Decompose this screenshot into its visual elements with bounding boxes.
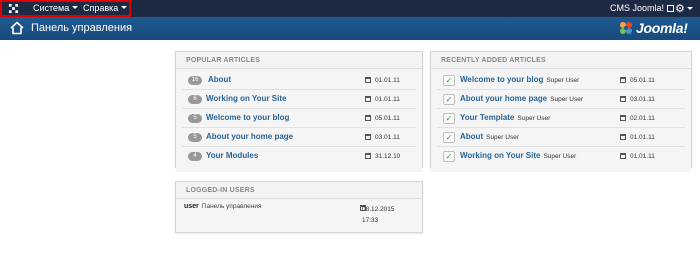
home-icon[interactable] bbox=[10, 21, 24, 35]
article-date: 05.01.11 bbox=[630, 77, 655, 84]
list-item: user Панель управления 08.12.2015 17:33 bbox=[176, 199, 422, 232]
login-time: 17:33 bbox=[362, 217, 379, 224]
calendar-icon bbox=[365, 96, 371, 102]
hits-badge: 5 bbox=[188, 133, 202, 142]
list-item: 5 Welcome to your blog 05.01.11 bbox=[182, 109, 416, 128]
list-item: 6 Working on Your Site 01.01.11 bbox=[182, 90, 416, 109]
article-link[interactable]: About your home page bbox=[206, 132, 293, 141]
popular-articles-panel: POPULAR ARTICLES 16 About 01.01.11 6 Wor… bbox=[175, 51, 423, 172]
article-link[interactable]: Welcome to your blog Super User bbox=[460, 75, 579, 84]
calendar-icon bbox=[620, 134, 626, 140]
page-header: Панель управления Joomla! bbox=[0, 17, 700, 40]
article-link[interactable]: Working on Your Site Super User bbox=[460, 151, 576, 160]
logged-in-users-title: LOGGED-IN USERS bbox=[176, 182, 422, 199]
menu-system-label: Система bbox=[33, 3, 70, 13]
article-author: Super User bbox=[550, 96, 583, 103]
article-date: 01.01.11 bbox=[375, 77, 400, 84]
calendar-icon bbox=[620, 96, 626, 102]
article-date: 03.01.11 bbox=[630, 96, 655, 103]
published-check-icon[interactable]: ✓ bbox=[443, 94, 455, 105]
brand-name: Joomla! bbox=[636, 20, 688, 36]
published-check-icon[interactable]: ✓ bbox=[443, 113, 455, 124]
recent-articles-title: RECENTLY ADDED ARTICLES bbox=[431, 52, 691, 69]
article-link[interactable]: About Super User bbox=[460, 132, 519, 141]
hits-badge: 4 bbox=[188, 152, 202, 161]
calendar-icon bbox=[620, 115, 626, 121]
logged-in-users-panel: LOGGED-IN USERS user Панель управления 08… bbox=[175, 181, 423, 233]
article-title: About your home page bbox=[460, 94, 548, 103]
list-item: ✓ About Super User 01.01.11 bbox=[437, 128, 685, 147]
list-item: ✓ Your Template Super User 02.01.11 bbox=[437, 109, 685, 128]
user-name-label: user bbox=[184, 203, 199, 210]
external-link-icon bbox=[667, 5, 675, 12]
list-item: ✓ About your home page Super User 03.01.1… bbox=[437, 90, 685, 109]
user-location: Панель управления bbox=[201, 203, 262, 210]
list-item: 4 Your Modules 31.12.10 bbox=[182, 147, 416, 166]
calendar-icon bbox=[620, 77, 626, 83]
article-author: Super User bbox=[546, 77, 580, 84]
article-link[interactable]: Welcome to your blog bbox=[206, 113, 289, 122]
popular-articles-title: POPULAR ARTICLES bbox=[176, 52, 422, 69]
calendar-icon bbox=[620, 153, 626, 159]
article-link[interactable]: About bbox=[208, 75, 231, 84]
article-date: 01.01.11 bbox=[630, 134, 655, 141]
article-author: Super User bbox=[486, 134, 519, 141]
login-date: 08.12.2015 bbox=[362, 206, 395, 213]
chevron-down-icon bbox=[121, 6, 128, 9]
article-link[interactable]: About your home page Super User bbox=[460, 94, 583, 103]
user-login-time: 08.12.2015 17:33 bbox=[362, 204, 395, 226]
article-link[interactable]: Your Modules bbox=[206, 151, 258, 160]
settings-menu[interactable]: ⚙ bbox=[675, 2, 693, 15]
gear-icon: ⚙ bbox=[675, 3, 685, 15]
hits-badge: 16 bbox=[188, 76, 202, 85]
joomla-logo-icon bbox=[620, 22, 632, 34]
recent-articles-list: ✓ Welcome to your blog Super User 05.01.1… bbox=[431, 69, 691, 172]
article-link[interactable]: Working on Your Site bbox=[206, 94, 286, 103]
calendar-icon bbox=[365, 115, 371, 121]
user-name[interactable]: user Панель управления bbox=[184, 203, 262, 210]
calendar-icon bbox=[365, 153, 371, 159]
article-title: Your Template bbox=[460, 113, 515, 122]
menu-help-label: Справка bbox=[83, 3, 119, 13]
calendar-icon bbox=[365, 77, 371, 83]
top-menu-bar: Система Справка CMS Joomla! ⚙ bbox=[0, 0, 700, 17]
recent-articles-panel: RECENTLY ADDED ARTICLES ✓ Welcome to you… bbox=[430, 51, 692, 172]
article-date: 31.12.10 bbox=[375, 153, 401, 160]
published-check-icon[interactable]: ✓ bbox=[443, 151, 455, 162]
article-author: Super User bbox=[517, 115, 551, 122]
site-link-label: CMS Joomla! bbox=[610, 3, 665, 13]
popular-articles-list: 16 About 01.01.11 6 Working on Your Site… bbox=[176, 69, 422, 172]
page-title: Панель управления bbox=[31, 22, 133, 34]
article-date: 05.01.11 bbox=[375, 115, 400, 122]
menu-help[interactable]: Справка bbox=[83, 3, 128, 13]
hits-badge: 6 bbox=[188, 95, 202, 104]
article-date: 01.01.11 bbox=[630, 153, 655, 160]
article-date: 01.01.11 bbox=[375, 96, 400, 103]
list-item: 16 About 01.01.11 bbox=[182, 71, 416, 90]
article-date: 02.01.11 bbox=[630, 115, 655, 122]
site-preview-link[interactable]: CMS Joomla! bbox=[610, 3, 675, 13]
published-check-icon[interactable]: ✓ bbox=[443, 75, 455, 86]
article-date: 03.01.11 bbox=[375, 134, 400, 141]
list-item: ✓ Working on Your Site Super User 01.01.1… bbox=[437, 147, 685, 166]
article-author: Super User bbox=[543, 153, 577, 160]
article-title: Working on Your Site bbox=[460, 151, 541, 160]
published-check-icon[interactable]: ✓ bbox=[443, 132, 455, 143]
list-item: ✓ Welcome to your blog Super User 05.01.1… bbox=[437, 71, 685, 90]
chevron-down-icon bbox=[686, 7, 693, 10]
hits-badge: 5 bbox=[188, 114, 202, 123]
menu-system[interactable]: Система bbox=[33, 3, 79, 13]
article-title: Welcome to your blog bbox=[460, 75, 544, 84]
article-link[interactable]: Your Template Super User bbox=[460, 113, 550, 122]
chevron-down-icon bbox=[72, 6, 79, 9]
calendar-icon bbox=[365, 134, 371, 140]
logged-in-users-list: user Панель управления 08.12.2015 17:33 bbox=[176, 199, 422, 232]
article-title: About bbox=[460, 132, 484, 141]
list-item: 5 About your home page 03.01.11 bbox=[182, 128, 416, 147]
